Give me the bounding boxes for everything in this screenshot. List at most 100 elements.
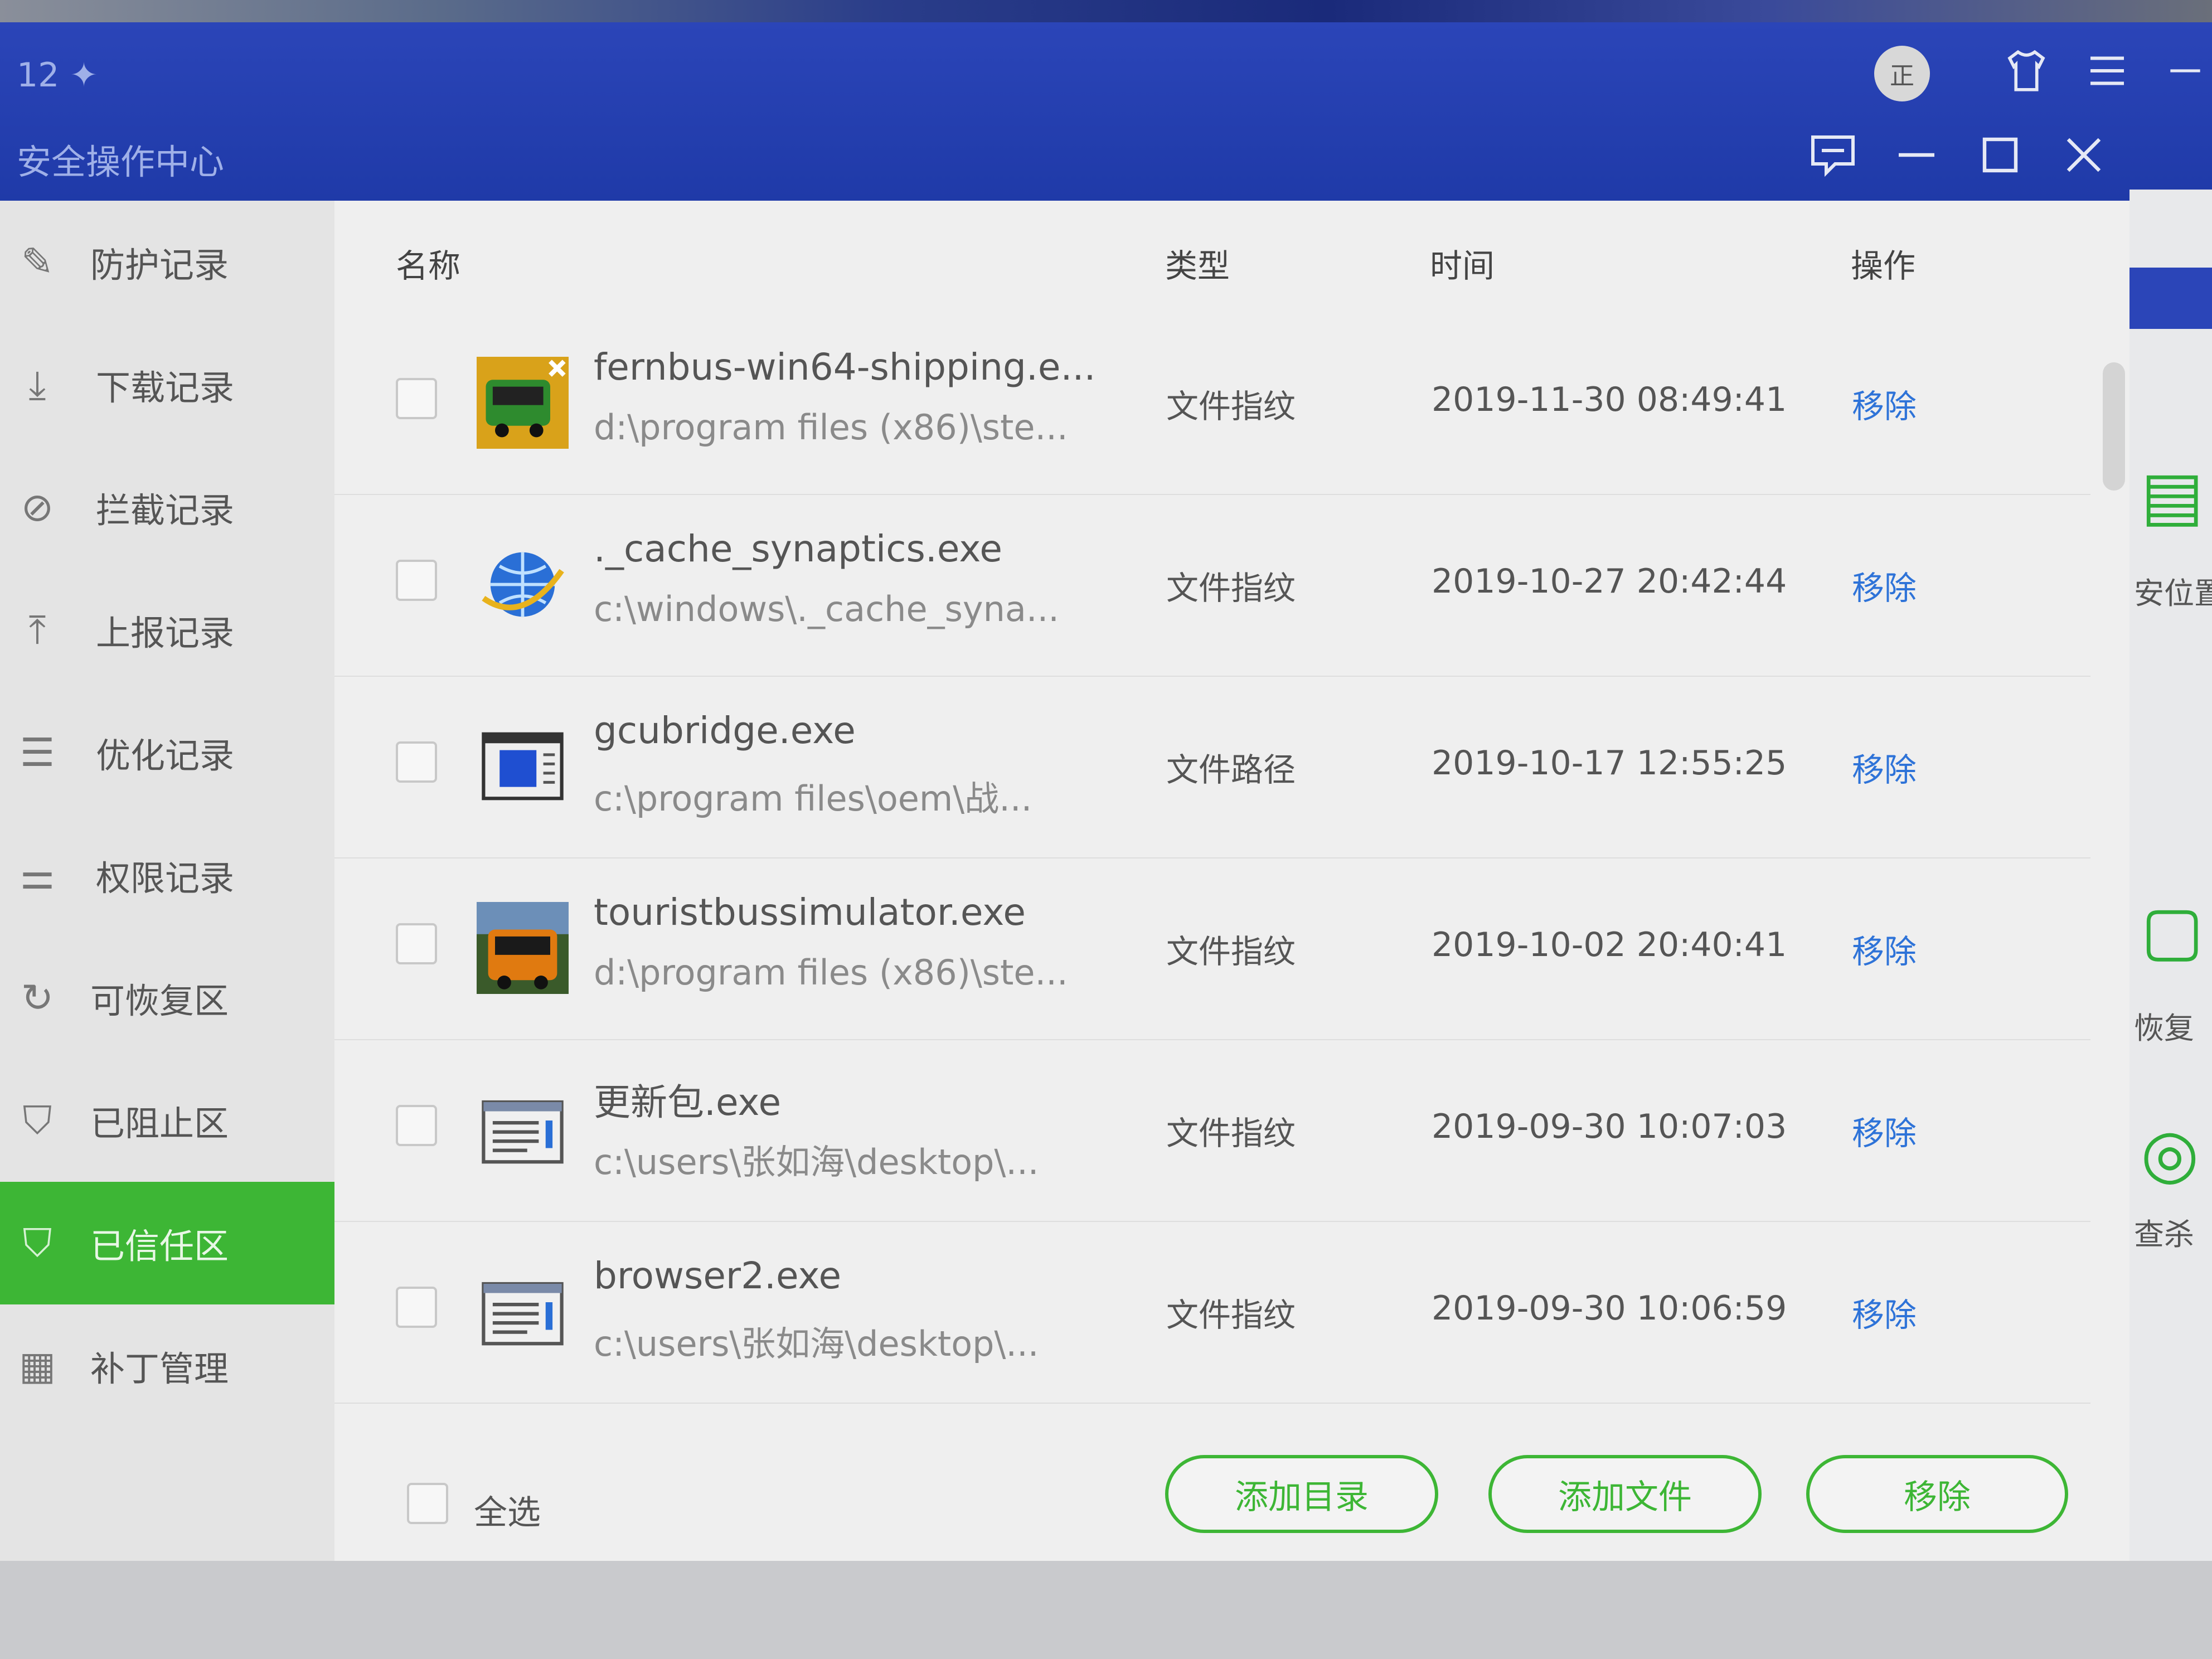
file-path: c:\users\张如海\desktop\... <box>594 1142 1039 1182</box>
added-time: 2019-10-27 20:42:44 <box>1432 562 1787 601</box>
remove-link[interactable]: 移除 <box>1852 1289 1917 1336</box>
sidebar-item-download-log[interactable]: ⤓ 下载记录 <box>0 323 334 446</box>
skin-shirt-icon[interactable] <box>2001 46 2051 104</box>
remove-link[interactable]: 移除 <box>1852 925 1917 972</box>
file-path: d:\program files (x86)\ste... <box>594 952 1068 993</box>
sidebar-item-label: 可恢复区 <box>90 981 229 1021</box>
sidebar-item-restorable-zone[interactable]: ↻ 可恢复区 <box>0 937 334 1059</box>
trust-type: 文件指纹 <box>1166 933 1296 971</box>
remove-button[interactable]: 移除 <box>1806 1455 2068 1533</box>
sidebar-item-label: 优化记录 <box>96 735 235 776</box>
trust-type: 文件指纹 <box>1166 1296 1296 1334</box>
table-scrollbar[interactable] <box>2103 362 2125 491</box>
bus-game-icon <box>477 357 569 449</box>
sidebar-item-label: 已阻止区 <box>90 1103 229 1144</box>
tourist-bus-icon <box>477 902 569 994</box>
column-header-name: 名称 <box>396 247 461 285</box>
file-name: gcubridge.exe <box>594 709 856 752</box>
sidebar-item-upload-log[interactable]: ⤒ 上报记录 <box>0 569 334 691</box>
row-checkbox[interactable] <box>396 560 437 601</box>
security-center-dialog: ✎ 防护记录 ⤓ 下载记录 ⊘ 拦截记录 ⤒ 上报记录 ☰ 优化记录 ⚌ 权限记… <box>0 201 2129 1561</box>
dialog-minimize-icon[interactable] <box>1890 128 1943 190</box>
background-label-scan: 查杀 <box>2134 1217 2194 1252</box>
sidebar-item-label: 防护记录 <box>90 245 229 285</box>
main-menu-icon[interactable] <box>2082 46 2132 104</box>
edit-icon: ✎ <box>21 239 54 285</box>
file-path: c:\users\张如海\desktop\... <box>594 1323 1039 1364</box>
table-row[interactable]: gcubridge.exe c:\program files\oem\战... … <box>334 676 2090 858</box>
sidebar-item-label: 权限记录 <box>96 858 235 899</box>
table-header: 名称 类型 时间 操作 <box>334 201 2129 312</box>
row-checkbox[interactable] <box>396 378 437 419</box>
sidebar-item-label: 拦截记录 <box>96 490 235 531</box>
row-checkbox[interactable] <box>396 923 437 964</box>
file-path: c:\windows\._cache_syna... <box>594 589 1060 629</box>
column-header-time: 时间 <box>1430 247 1495 285</box>
background-blue-banner <box>2129 268 2212 329</box>
added-time: 2019-11-30 08:49:41 <box>1432 380 1787 419</box>
block-icon: ⊘ <box>21 484 54 530</box>
dialog-title: 安全操作中心 <box>17 142 225 182</box>
row-checkbox[interactable] <box>396 1105 437 1146</box>
column-header-type: 类型 <box>1165 247 1230 285</box>
file-name: touristbussimulator.exe <box>594 891 1026 934</box>
app-minimize-icon[interactable] <box>2163 46 2208 104</box>
remove-link[interactable]: 移除 <box>1852 744 1917 790</box>
table-row[interactable]: touristbussimulator.exe d:\program files… <box>334 857 2090 1040</box>
optimize-icon: ☰ <box>20 730 55 775</box>
globe-icon <box>477 539 569 630</box>
select-all-label[interactable]: 全选 <box>474 1486 541 1534</box>
file-path: d:\program files (x86)\ste... <box>594 407 1068 448</box>
remove-link[interactable]: 移除 <box>1852 1107 1917 1154</box>
add-file-button[interactable]: 添加文件 <box>1488 1455 1762 1533</box>
restore-icon: ↻ <box>21 975 54 1021</box>
file-name: browser2.exe <box>594 1254 842 1297</box>
sidebar-item-blocked-zone[interactable]: ⛉ 已阻止区 <box>0 1059 334 1182</box>
trust-type: 文件指纹 <box>1166 1114 1296 1152</box>
added-time: 2019-10-17 12:55:25 <box>1432 744 1787 783</box>
row-checkbox[interactable] <box>396 1287 437 1328</box>
sidebar-item-label: 下载记录 <box>96 367 235 408</box>
sidebar-item-trusted-zone[interactable]: ⛉ 已信任区 <box>0 1182 334 1304</box>
user-avatar[interactable]: 正 <box>1874 46 1930 101</box>
select-all-checkbox[interactable] <box>407 1483 448 1524</box>
table-row[interactable]: 更新包.exe c:\users\张如海\desktop\... 文件指纹 20… <box>334 1039 2090 1222</box>
dialog-maximize-icon[interactable] <box>1973 128 2027 190</box>
trusted-zone-panel: 名称 类型 时间 操作 fernbus-win64-shipping.e... … <box>334 201 2129 1561</box>
background-label-location: 安位置 <box>2134 576 2212 611</box>
background-app-panel: ▤ 安位置 ▢ 恢复 ◎ 查杀 <box>2129 190 2212 1605</box>
sidebar-item-permission-log[interactable]: ⚌ 权限记录 <box>0 814 334 937</box>
permission-icon: ⚌ <box>20 852 55 898</box>
remove-link[interactable]: 移除 <box>1852 562 1917 609</box>
sidebar-item-block-log[interactable]: ⊘ 拦截记录 <box>0 446 334 569</box>
trust-type: 文件指纹 <box>1166 387 1296 425</box>
sidebar-item-optimize-log[interactable]: ☰ 优化记录 <box>0 691 334 814</box>
trusted-shield-icon: ⛉ <box>22 1220 52 1266</box>
dialog-close-icon[interactable] <box>2057 128 2111 190</box>
table-row[interactable]: fernbus-win64-shipping.e... d:\program f… <box>334 312 2090 495</box>
exe-file-icon <box>477 1265 569 1357</box>
file-path: c:\program files\oem\战... <box>594 778 1032 819</box>
added-time: 2019-09-30 10:06:59 <box>1432 1289 1787 1328</box>
table-row[interactable]: browser2.exe c:\users\张如海\desktop\... 文件… <box>334 1221 2090 1404</box>
trust-type: 文件路径 <box>1166 751 1296 789</box>
added-time: 2019-09-30 10:07:03 <box>1432 1107 1787 1146</box>
column-header-action: 操作 <box>1851 247 1916 285</box>
add-directory-button[interactable]: 添加目录 <box>1165 1455 1438 1533</box>
remove-link[interactable]: 移除 <box>1852 380 1917 427</box>
window-app-icon <box>477 720 569 812</box>
sidebar-item-protection-log[interactable]: ✎ 防护记录 <box>0 201 334 323</box>
app-version-label: 12 ✦ <box>17 56 98 95</box>
file-name: fernbus-win64-shipping.e... <box>594 346 1096 389</box>
sidebar-item-label: 补丁管理 <box>90 1348 229 1389</box>
row-checkbox[interactable] <box>396 741 437 783</box>
table-row[interactable]: ._cache_synaptics.exe c:\windows\._cache… <box>334 494 2090 677</box>
footer-toolbar: 全选 添加目录 添加文件 移除 <box>334 1455 2129 1561</box>
feedback-icon[interactable] <box>1806 128 1860 190</box>
file-name: ._cache_synaptics.exe <box>594 527 1002 570</box>
photo-top-edge <box>0 0 2212 22</box>
shield-icon: ⛉ <box>22 1097 52 1143</box>
trust-type: 文件指纹 <box>1166 569 1296 607</box>
sidebar-item-patch-management[interactable]: ▦ 补丁管理 <box>0 1304 334 1427</box>
download-icon: ⤓ <box>28 361 46 408</box>
